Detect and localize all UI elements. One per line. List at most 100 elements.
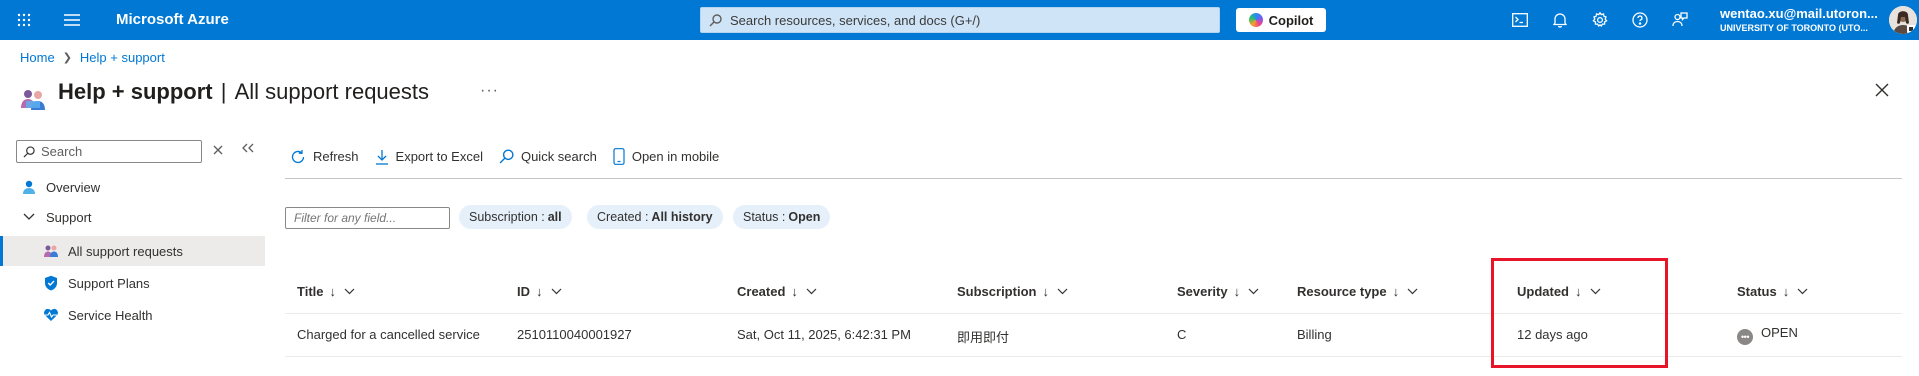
filter-pill-created[interactable]: Created : All history xyxy=(587,205,723,229)
refresh-button[interactable]: Refresh xyxy=(290,149,359,165)
cloud-shell-icon[interactable] xyxy=(1508,8,1532,32)
column-header-label: Status xyxy=(1737,283,1777,299)
sort-arrow-icon: ↓ xyxy=(1392,283,1400,299)
column-header-label: Resource type xyxy=(1297,283,1387,299)
sidebar-item-all-support-requests[interactable]: All support requests xyxy=(0,236,265,266)
column-header-status[interactable]: Status ↓ xyxy=(1737,283,1808,299)
quick-search-label: Quick search xyxy=(520,149,597,164)
column-header-title[interactable]: Title ↓ xyxy=(297,283,355,299)
page-title-main: Help + support xyxy=(58,79,213,104)
shield-icon xyxy=(42,274,60,292)
chevron-down-icon xyxy=(344,288,355,294)
sidebar-search-placeholder: Search xyxy=(41,144,83,159)
chevron-down-icon xyxy=(20,208,38,226)
copilot-button[interactable]: Copilot xyxy=(1236,8,1326,32)
sidebar-item-support-plans[interactable]: Support Plans xyxy=(0,268,265,298)
cell-resource-type: Billing xyxy=(1297,327,1332,342)
export-to-excel-button[interactable]: Export to Excel xyxy=(375,149,483,165)
copilot-icon xyxy=(1248,13,1263,27)
status-label: OPEN xyxy=(1761,325,1798,340)
mobile-icon xyxy=(613,148,625,165)
copilot-label: Copilot xyxy=(1268,12,1314,28)
sidebar-group-support[interactable]: Support xyxy=(0,202,265,232)
sort-arrow-icon: ↓ xyxy=(329,283,337,299)
account-menu[interactable]: wentao.xu@mail.utoron... UNIVERSITY OF T… xyxy=(1720,6,1880,33)
breadcrumb-home[interactable]: Home xyxy=(20,50,55,65)
export-label: Export to Excel xyxy=(395,149,483,164)
hamburger-icon[interactable] xyxy=(60,8,84,32)
chevron-down-icon xyxy=(551,288,561,294)
page-title-sub: All support requests xyxy=(234,79,430,104)
search-icon xyxy=(709,13,722,26)
cell-subscription: 即用即付 xyxy=(957,330,1010,345)
status-open-icon: ••• xyxy=(1737,329,1753,345)
chevron-down-icon xyxy=(1797,288,1808,294)
global-search-placeholder: Search resources, services, and docs (G+… xyxy=(730,12,981,28)
heart-icon xyxy=(42,306,60,324)
cell-severity: C xyxy=(1177,327,1187,342)
help-icon[interactable] xyxy=(1628,8,1652,32)
sidebar-item-label: All support requests xyxy=(68,243,183,259)
sidebar-item-label: Support Plans xyxy=(68,275,150,291)
notifications-icon[interactable] xyxy=(1548,8,1572,32)
column-header-label: Subscription xyxy=(957,283,1037,299)
user-email: wentao.xu@mail.utoron... xyxy=(1720,6,1878,21)
sidebar-item-label: Overview xyxy=(46,179,101,195)
chevron-down-icon xyxy=(806,288,817,294)
support-requests-icon xyxy=(42,242,60,260)
close-icon[interactable] xyxy=(1874,82,1894,102)
collapse-sidebar-icon[interactable] xyxy=(242,140,254,157)
search-icon xyxy=(23,145,35,158)
filter-pill-status[interactable]: Status : Open xyxy=(733,205,831,229)
filter-pill-value: all xyxy=(547,210,562,224)
sort-arrow-icon: ↓ xyxy=(791,283,798,299)
column-header-severity[interactable]: Severity ↓ xyxy=(1177,283,1259,299)
settings-icon[interactable] xyxy=(1588,8,1612,32)
chevron-down-icon xyxy=(1248,288,1259,294)
sort-arrow-icon: ↓ xyxy=(1782,283,1790,299)
chevron-right-icon: ❯ xyxy=(62,52,72,64)
cell-title[interactable]: Charged for a cancelled service xyxy=(297,327,480,342)
search-icon xyxy=(499,149,514,164)
sidebar-search-input[interactable]: Search xyxy=(16,140,202,163)
sidebar-item-label: Support xyxy=(46,209,92,225)
sort-arrow-icon: ↓ xyxy=(1233,283,1241,299)
refresh-icon xyxy=(291,149,305,163)
page-title: Help + support | All support requests xyxy=(58,79,430,104)
column-header-label: Title xyxy=(297,283,324,299)
brand-link[interactable]: Microsoft Azure xyxy=(116,11,229,28)
filter-pill-value: Open xyxy=(788,210,821,224)
sidebar-item-service-health[interactable]: Service Health xyxy=(0,300,265,330)
column-header-created[interactable]: Created ↓ xyxy=(737,283,817,299)
cell-created: Sat, Oct 11, 2025, 6:42:31 PM xyxy=(737,327,911,342)
filter-pill-key: Created : xyxy=(597,210,649,224)
column-header-label: Severity xyxy=(1177,283,1228,299)
portal-menu-icon[interactable] xyxy=(12,8,36,32)
avatar[interactable] xyxy=(1889,6,1917,34)
overview-icon xyxy=(20,178,38,196)
filter-pill-value: All history xyxy=(651,210,713,224)
open-in-mobile-button[interactable]: Open in mobile xyxy=(613,148,719,165)
user-org: UNIVERSITY OF TORONTO (UTO... xyxy=(1720,23,1868,33)
more-options-icon[interactable]: ··· xyxy=(480,82,499,100)
column-header-label: ID xyxy=(517,283,530,299)
quick-search-button[interactable]: Quick search xyxy=(499,149,597,164)
cell-id: 2510110040001927 xyxy=(517,327,632,342)
clear-search-icon[interactable] xyxy=(213,142,223,158)
column-header-subscription[interactable]: Subscription ↓ xyxy=(957,283,1068,299)
sidebar-item-overview[interactable]: Overview xyxy=(0,172,265,202)
cell-status: ••• OPEN xyxy=(1737,325,1798,345)
feedback-icon[interactable] xyxy=(1668,8,1692,32)
breadcrumb-help-support[interactable]: Help + support xyxy=(80,50,165,65)
column-header-id[interactable]: ID ↓ xyxy=(517,283,562,299)
refresh-label: Refresh xyxy=(313,149,359,164)
filter-input[interactable] xyxy=(285,207,450,229)
column-header-resource-type[interactable]: Resource type ↓ xyxy=(1297,283,1418,299)
sort-arrow-icon: ↓ xyxy=(1042,283,1049,299)
divider xyxy=(285,178,1902,179)
help-support-icon xyxy=(20,86,46,112)
filter-pill-subscription[interactable]: Subscription : all xyxy=(459,205,572,229)
breadcrumb: Home ❯ Help + support xyxy=(20,50,165,65)
filter-pill-key: Status : xyxy=(743,210,786,224)
global-search-input[interactable]: Search resources, services, and docs (G+… xyxy=(700,7,1220,33)
